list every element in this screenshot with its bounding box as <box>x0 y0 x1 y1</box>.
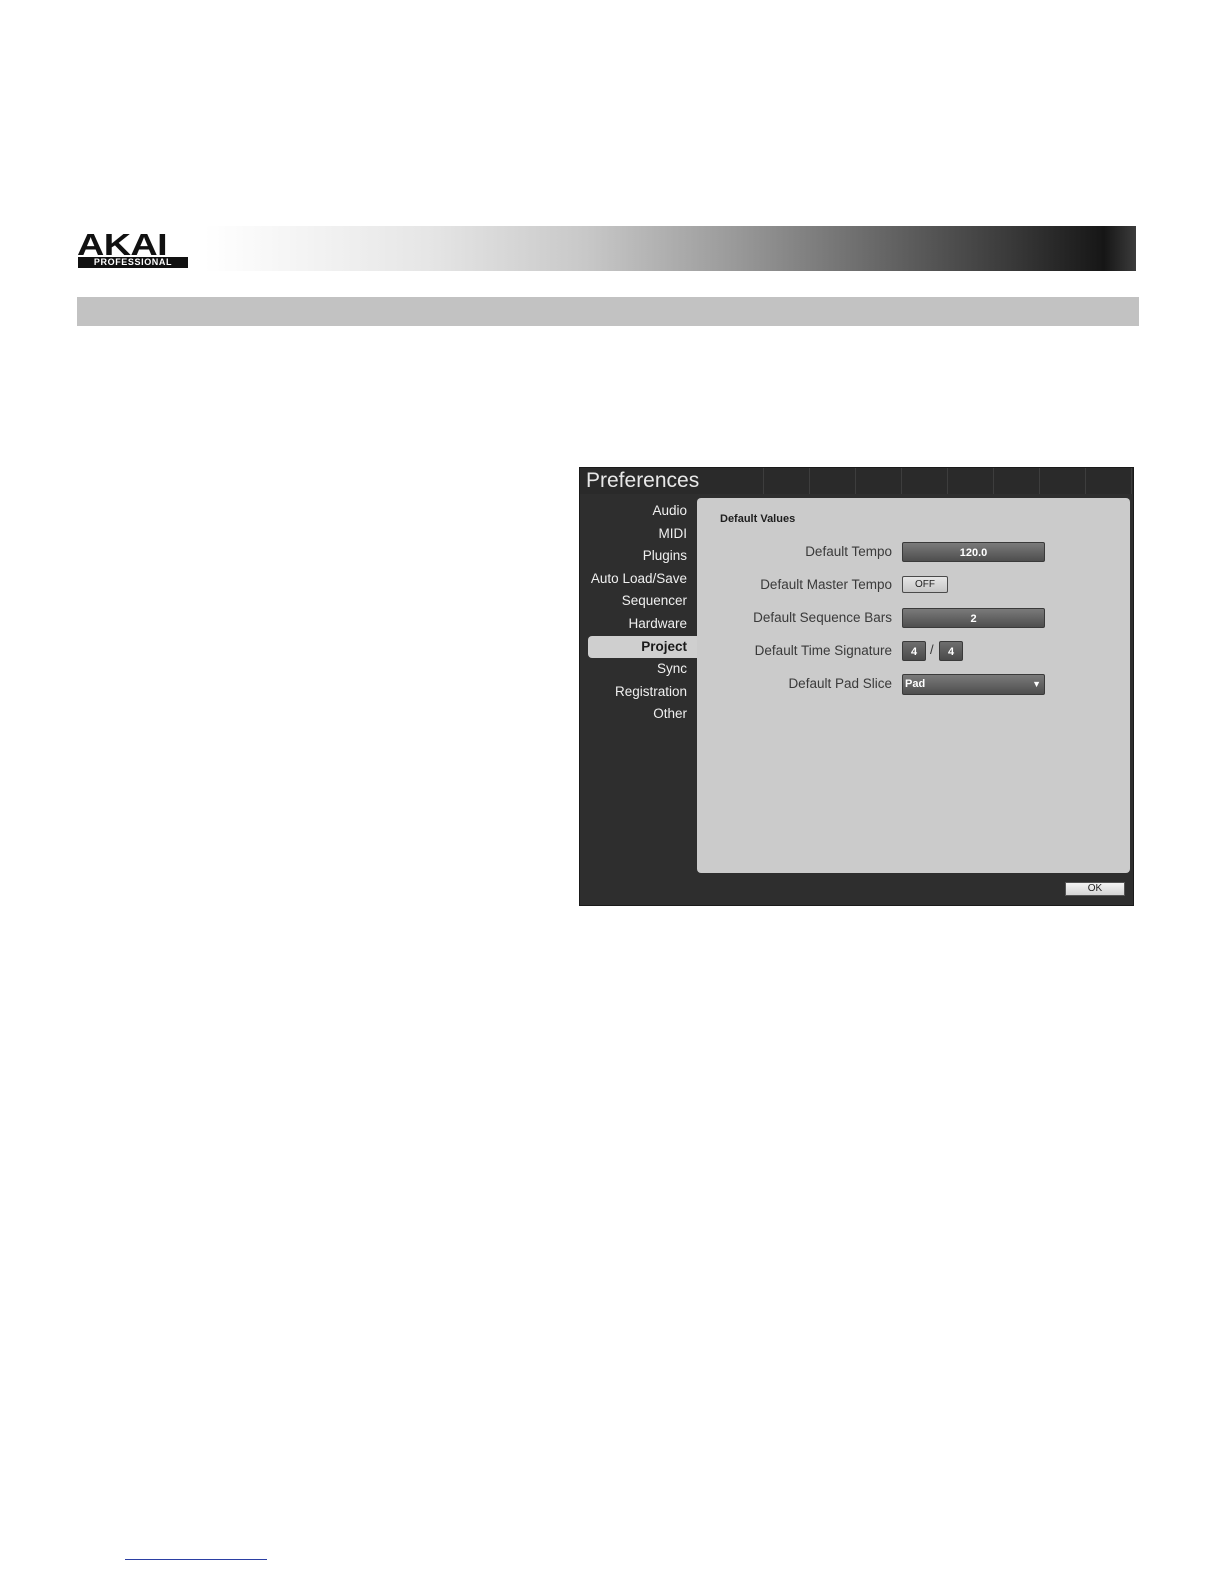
time-signature-numerator[interactable]: 4 <box>902 641 926 661</box>
preferences-title-bar: Preferences <box>580 468 1133 494</box>
pad-slice-row: Default Pad Slice Pad ▼ <box>697 674 1130 696</box>
sequence-bars-field[interactable]: 2 <box>902 608 1045 628</box>
tempo-row: Default Tempo 120.0 <box>697 542 1130 564</box>
sidebar-item-other[interactable]: Other <box>588 703 697 726</box>
time-signature-separator: / <box>930 642 934 657</box>
footer-link-underline <box>125 1559 267 1560</box>
master-tempo-label: Default Master Tempo <box>760 577 892 592</box>
preferences-sidebar: Audio MIDI Plugins Auto Load/Save Sequen… <box>588 500 697 726</box>
master-tempo-toggle[interactable]: OFF <box>902 576 948 593</box>
pad-slice-value: Pad <box>905 678 926 690</box>
chevron-down-icon: ▼ <box>1032 679 1041 689</box>
sidebar-item-auto-load-save[interactable]: Auto Load/Save <box>588 568 697 591</box>
sidebar-item-plugins[interactable]: Plugins <box>588 545 697 568</box>
sidebar-item-sync[interactable]: Sync <box>588 658 697 681</box>
time-signature-label: Default Time Signature <box>754 643 892 658</box>
window-title: Preferences <box>586 469 700 492</box>
sidebar-item-midi[interactable]: MIDI <box>588 523 697 546</box>
preferences-window: Preferences Audio MIDI Plugins Auto Load… <box>579 467 1134 906</box>
group-title: Default Values <box>720 513 796 525</box>
project-settings-panel: Default Values Default Tempo 120.0 Defau… <box>697 498 1130 873</box>
akai-professional-logo: AKAI PROFESSIONAL <box>77 227 193 268</box>
sequence-bars-row: Default Sequence Bars 2 <box>697 608 1130 630</box>
sidebar-item-project[interactable]: Project <box>588 635 697 659</box>
logo-subtitle: PROFESSIONAL <box>78 257 188 268</box>
master-tempo-row: Default Master Tempo OFF <box>697 575 1130 597</box>
section-header-band <box>77 297 1139 326</box>
sequence-bars-label: Default Sequence Bars <box>753 610 892 625</box>
brand-header-bar: AKAI PROFESSIONAL <box>77 226 1136 271</box>
tempo-field[interactable]: 120.0 <box>902 542 1045 562</box>
time-signature-row: Default Time Signature 4 / 4 <box>697 641 1130 663</box>
pad-slice-label: Default Pad Slice <box>788 676 892 691</box>
pad-slice-dropdown[interactable]: Pad ▼ <box>902 674 1045 695</box>
sidebar-item-audio[interactable]: Audio <box>588 500 697 523</box>
sidebar-item-registration[interactable]: Registration <box>588 681 697 704</box>
time-signature-denominator[interactable]: 4 <box>939 641 963 661</box>
tempo-label: Default Tempo <box>805 544 892 559</box>
sidebar-item-hardware[interactable]: Hardware <box>588 613 697 636</box>
ok-button[interactable]: OK <box>1065 882 1125 896</box>
sidebar-item-sequencer[interactable]: Sequencer <box>588 590 697 613</box>
